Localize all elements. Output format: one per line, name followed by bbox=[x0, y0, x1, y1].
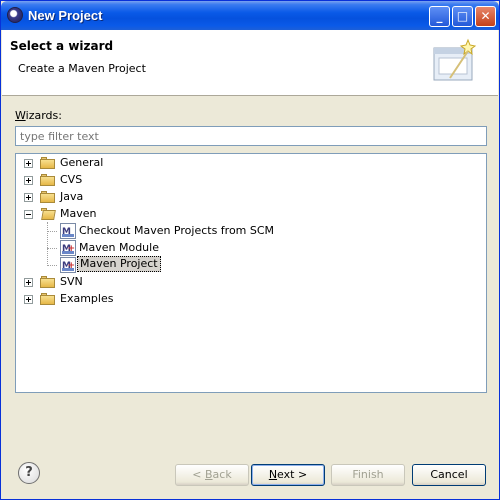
cancel-button[interactable]: Cancel bbox=[412, 464, 486, 486]
wizard-banner-icon bbox=[433, 38, 477, 81]
folder-open-icon bbox=[40, 208, 56, 220]
tree-item-label: CVS bbox=[60, 173, 83, 186]
folder-icon bbox=[40, 174, 56, 186]
tree-item-label: Java bbox=[60, 190, 84, 203]
tree-item-java[interactable]: Java bbox=[24, 189, 224, 205]
tree-item-label: SVN bbox=[60, 275, 83, 288]
finish-button[interactable]: Finish bbox=[331, 464, 405, 486]
maximize-icon[interactable]: □ bbox=[452, 6, 473, 27]
tree-item-label: Examples bbox=[60, 292, 114, 305]
minimize-icon[interactable]: _ bbox=[429, 6, 450, 27]
tree-item-cvs[interactable]: CVS bbox=[24, 172, 224, 188]
back-button[interactable]: < Back bbox=[175, 464, 249, 486]
folder-icon bbox=[40, 157, 56, 169]
eclipse-icon bbox=[7, 7, 23, 23]
tree-item-label: General bbox=[60, 156, 104, 169]
folder-icon bbox=[40, 191, 56, 203]
help-icon[interactable]: ? bbox=[18, 462, 40, 484]
next-button[interactable]: Next > bbox=[251, 464, 325, 486]
tree-item-general[interactable]: General bbox=[24, 155, 224, 171]
expand-icon[interactable] bbox=[24, 176, 33, 185]
expand-icon[interactable] bbox=[24, 159, 33, 168]
tree-item-maven-module[interactable]: M + Maven Module bbox=[60, 240, 260, 256]
expand-icon[interactable] bbox=[24, 193, 33, 202]
page-subtitle: Create a Maven Project bbox=[18, 62, 146, 75]
tree-item-svn[interactable]: SVN bbox=[24, 274, 224, 290]
tree-item-label: Maven Project bbox=[77, 256, 161, 272]
folder-icon bbox=[40, 293, 56, 305]
maven-checkout-icon: M bbox=[60, 223, 76, 239]
filter-input[interactable] bbox=[15, 126, 487, 146]
collapse-icon[interactable] bbox=[24, 210, 33, 219]
window-title: New Project bbox=[28, 8, 103, 23]
wizard-tree[interactable]: General CVS Java Maven M Checkout Maven … bbox=[15, 153, 487, 393]
tree-item-label: Maven bbox=[60, 207, 97, 220]
tree-item-checkout-maven[interactable]: M Checkout Maven Projects from SCM bbox=[60, 223, 320, 239]
close-icon[interactable]: ✕ bbox=[475, 6, 496, 27]
folder-icon bbox=[40, 276, 56, 288]
title-bar[interactable]: New Project _ □ ✕ bbox=[1, 1, 499, 30]
expand-icon[interactable] bbox=[24, 278, 33, 287]
maven-module-icon: M + bbox=[60, 240, 76, 256]
tree-connector bbox=[47, 222, 48, 266]
wizard-header: Select a wizard Create a Maven Project bbox=[2, 30, 498, 96]
maven-project-icon: M + bbox=[60, 257, 76, 273]
tree-connector bbox=[47, 265, 57, 266]
tree-item-label: Maven Module bbox=[79, 241, 159, 254]
tree-item-examples[interactable]: Examples bbox=[24, 291, 224, 307]
tree-connector bbox=[47, 248, 57, 249]
tree-connector bbox=[47, 231, 57, 232]
page-title: Select a wizard bbox=[10, 39, 114, 53]
tree-item-maven[interactable]: Maven bbox=[24, 206, 224, 222]
expand-icon[interactable] bbox=[24, 295, 33, 304]
tree-item-maven-project[interactable]: M + Maven Project bbox=[60, 256, 260, 273]
wizards-label: Wizards: bbox=[15, 109, 62, 122]
new-project-dialog: New Project _ □ ✕ Select a wizard Create… bbox=[0, 0, 500, 500]
tree-item-label: Checkout Maven Projects from SCM bbox=[79, 224, 275, 237]
